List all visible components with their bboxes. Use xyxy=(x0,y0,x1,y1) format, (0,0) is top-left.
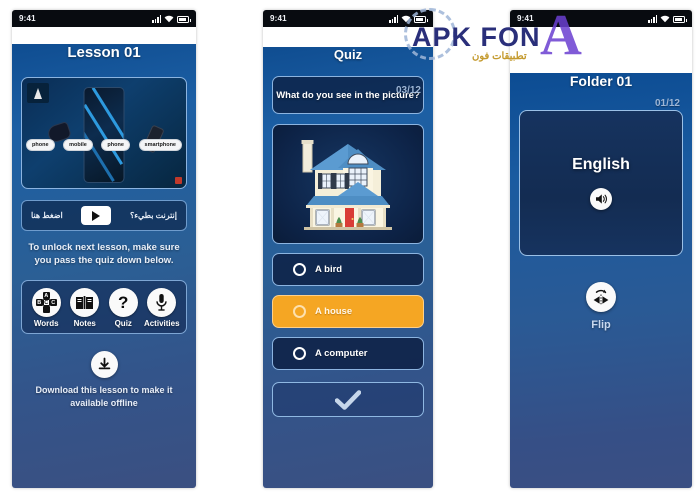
status-time: 9:41 xyxy=(517,14,534,23)
radio-icon xyxy=(293,347,306,360)
status-bar: 9:41 xyxy=(510,10,692,27)
wifi-icon xyxy=(401,15,411,22)
lesson-video-thumbnail[interactable]: phone mobile phone smartphone xyxy=(21,77,187,189)
folder-counter: 01/12 xyxy=(654,98,680,109)
quiz-option-a-house[interactable]: A house xyxy=(272,295,424,328)
download-lesson-block[interactable]: Download this lesson to make it availabl… xyxy=(21,351,187,410)
status-time: 9:41 xyxy=(19,14,36,23)
radio-icon xyxy=(293,305,306,318)
battery-icon xyxy=(177,15,191,23)
option-label: A computer xyxy=(315,348,368,359)
status-icons xyxy=(648,14,687,23)
slow-internet-action: اضغط هنا xyxy=(31,211,63,220)
page-title: Folder 01 xyxy=(569,73,633,89)
lesson-screen: Lesson 01 phone mobile phone smartphone … xyxy=(12,44,196,488)
word-chip: smartphone xyxy=(138,139,182,151)
wifi-icon xyxy=(660,15,670,22)
page-title: Quiz xyxy=(333,47,363,62)
xw-letter: B xyxy=(35,299,43,306)
unlock-instructions: To unlock next lesson, make sure you pas… xyxy=(28,242,180,266)
open-book-icon xyxy=(70,288,100,317)
signal-bars-icon xyxy=(648,14,657,23)
flashcard-screen: 01/12 Folder 01 English Flip xyxy=(510,73,692,488)
flashcard-word: English xyxy=(572,156,630,173)
tool-label: Notes xyxy=(73,319,96,328)
tool-label: Activities xyxy=(143,319,180,328)
house-illustration xyxy=(301,140,392,230)
page-title: Lesson 01 xyxy=(67,44,141,61)
play-icon[interactable] xyxy=(81,206,112,225)
quiz-counter: 03/12 xyxy=(395,85,421,96)
tool-activities[interactable]: Activities xyxy=(143,288,182,328)
download-text: Download this lesson to make it availabl… xyxy=(35,385,173,408)
question-glyph: ? xyxy=(118,293,129,312)
tool-label: Quiz xyxy=(114,319,132,328)
quiz-submit-button[interactable] xyxy=(272,382,424,417)
youtube-badge-icon xyxy=(175,177,182,184)
signal-bars-icon xyxy=(389,14,398,23)
slow-internet-question: إنترنت بطيء؟ xyxy=(129,211,177,220)
option-label: A house xyxy=(315,306,353,317)
xw-letter: A xyxy=(42,292,50,299)
option-label: A bird xyxy=(315,264,343,275)
tool-label: Words xyxy=(33,319,59,328)
tool-words[interactable]: A B C C Words xyxy=(27,288,66,328)
phone-mockup-flashcard: 9:41 01/12 Folder 01 English Flip xyxy=(510,10,692,488)
word-chip: mobile xyxy=(63,139,93,151)
xw-letter: C xyxy=(42,299,50,306)
download-icon xyxy=(90,351,118,378)
smartphone-shape xyxy=(83,87,125,183)
speaker-icon[interactable] xyxy=(590,188,612,210)
status-icons xyxy=(152,14,191,23)
tower-logo-icon xyxy=(27,83,49,103)
microphone-icon xyxy=(147,288,177,317)
status-bar: 9:41 xyxy=(12,10,196,27)
screenshot-stage: 9:41 Lesson 01 phone mobile phone smartp… xyxy=(0,0,700,500)
wifi-icon xyxy=(164,15,174,22)
radio-icon xyxy=(293,263,306,276)
slow-internet-bar[interactable]: إنترنت بطيء؟ اضغط هنا xyxy=(21,200,187,231)
phone-mockup-quiz: 9:41 Quiz 03/12 What do you see in the p… xyxy=(263,10,433,488)
signal-bars-icon xyxy=(152,14,161,23)
quiz-option-a-computer[interactable]: A computer xyxy=(272,337,424,370)
xw-letter xyxy=(42,306,50,313)
crossword-abc-icon: A B C C xyxy=(31,288,61,317)
flip-block[interactable]: Flip xyxy=(519,282,683,331)
video-word-chips: phone mobile phone smartphone xyxy=(22,139,186,151)
word-chip: phone xyxy=(101,139,130,151)
status-time: 9:41 xyxy=(270,14,287,23)
status-bar: 9:41 xyxy=(263,10,433,27)
quiz-option-a-bird[interactable]: A bird xyxy=(272,253,424,286)
check-icon xyxy=(335,389,361,410)
flashcard[interactable]: English xyxy=(519,110,683,256)
tool-quiz[interactable]: ? Quiz xyxy=(104,288,143,328)
flip-label: Flip xyxy=(591,319,611,331)
battery-icon xyxy=(673,15,687,23)
quiz-screen: Quiz 03/12 What do you see in the pictur… xyxy=(263,47,433,488)
lesson-tools-panel: A B C C Words Notes ? Quiz Activities xyxy=(21,280,187,334)
quiz-picture-card xyxy=(272,124,424,244)
tool-notes[interactable]: Notes xyxy=(66,288,105,328)
word-chip: phone xyxy=(26,139,55,151)
status-icons xyxy=(389,14,428,23)
question-mark-icon: ? xyxy=(108,288,138,317)
battery-icon xyxy=(414,15,428,23)
xw-letter: C xyxy=(49,299,57,306)
phone-mockup-lesson: 9:41 Lesson 01 phone mobile phone smartp… xyxy=(12,10,196,488)
flip-icon xyxy=(586,282,616,312)
